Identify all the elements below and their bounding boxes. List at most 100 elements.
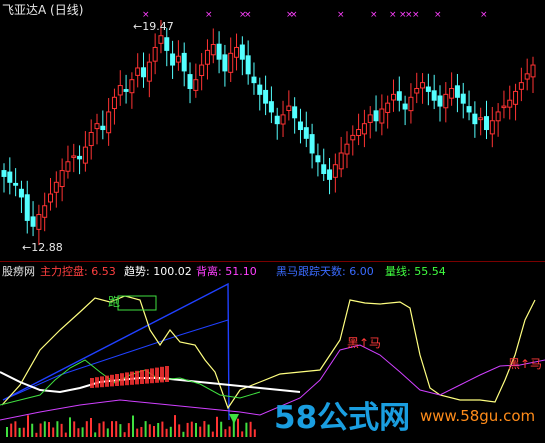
candle-body [164, 37, 170, 51]
red-momentum-bar [140, 370, 144, 384]
indicator-zlkp: 主力控盘: 6.53 [40, 263, 116, 279]
yellow-trend-line [1, 295, 536, 410]
indicator-bar: 股痨网 主力控盘: 6.53 趋势: 100.02 背离: 51.10 黑马跟踪… [0, 262, 545, 278]
red-momentum-bar [150, 368, 154, 384]
volume-bar [237, 418, 239, 437]
candle-body [71, 155, 77, 158]
stock-chart-window[interactable]: × × × × × × × × × × × × × × ←19.47 ←12.88 跑 飞亚达A (日线) 股痨… [0, 0, 545, 443]
volume-bar [106, 428, 109, 437]
volume-bar [224, 429, 227, 437]
volume-bar [14, 421, 17, 437]
volume-bar [90, 417, 92, 437]
candle-body [425, 86, 431, 92]
candle-body [327, 169, 333, 180]
indicator-liangxian: 量线: 55.54 [385, 263, 446, 279]
candle-body [24, 194, 30, 221]
indicator-zlkp-value: 6.53 [91, 265, 116, 278]
candle-body [501, 105, 507, 109]
indicator-qushi-label: 趋势: [124, 265, 150, 278]
candle-body [170, 53, 176, 66]
candle-body [309, 134, 315, 154]
indicator-beili: 背离: 51.10 [196, 263, 257, 279]
indicator-liangxian-label: 量线: [385, 265, 411, 278]
volume-bar [10, 423, 13, 437]
candle-body [466, 106, 472, 113]
candle-body [268, 101, 274, 113]
pao-signal-label: 跑 [108, 295, 120, 309]
candle-body [77, 155, 83, 160]
candle-body [30, 216, 36, 227]
candle-body [414, 87, 420, 94]
volume-bar [69, 417, 71, 437]
volume-bar [190, 421, 193, 437]
candle-body [100, 125, 106, 131]
volume-bar [6, 427, 8, 437]
low-price-label: ←12.88 [22, 241, 63, 254]
candle-body [321, 164, 327, 175]
candle-body [350, 134, 356, 141]
candle-body [315, 155, 321, 163]
red-momentum-bar [110, 374, 114, 387]
volume-bar [48, 422, 50, 437]
candle-body [222, 54, 228, 72]
indicator-heima: 黑马跟踪天数: 6.00 [276, 263, 374, 279]
indicator-qushi: 趋势: 100.02 [124, 263, 192, 279]
red-momentum-bar [125, 372, 129, 386]
volume-bar [18, 427, 21, 437]
signal-marker: × [337, 10, 345, 20]
volume-bar [22, 427, 25, 437]
candle-body [48, 193, 54, 203]
candle-body [489, 120, 495, 135]
candle-body [472, 113, 478, 125]
red-momentum-bar [155, 367, 159, 383]
candle-body [146, 61, 152, 82]
heima-label-2: 黑↑马 [508, 357, 543, 371]
volume-bar [85, 421, 88, 437]
volume-bar [165, 428, 168, 437]
volume-bar [186, 422, 189, 437]
candle-body [210, 44, 216, 56]
candle-body [361, 123, 367, 135]
watermark-url: www.58gu.com [420, 407, 536, 425]
volume-bar [35, 432, 38, 437]
volume-bar [199, 426, 202, 437]
candle-body [199, 64, 205, 77]
volume-bar [161, 421, 164, 437]
candle-body [175, 55, 181, 63]
volume-bar [64, 432, 67, 437]
volume-bar [102, 421, 105, 437]
volume-bar [249, 421, 252, 437]
signal-marker: × [412, 10, 420, 20]
candle-body [356, 129, 362, 137]
volume-bar [56, 421, 59, 437]
volume-bar [111, 421, 113, 437]
signal-marker: × [142, 10, 150, 20]
red-momentum-bar [145, 369, 149, 384]
candle-body [216, 43, 222, 60]
candle-body [187, 74, 193, 89]
candle-body [420, 82, 426, 89]
volume-bar [94, 432, 97, 437]
candle-body [82, 146, 88, 164]
candle-body [390, 93, 396, 101]
volume-bar [207, 424, 210, 437]
candle-body [251, 76, 257, 84]
volume-bar [43, 421, 46, 437]
candle-body [117, 85, 123, 96]
signal-marker: × [290, 10, 298, 20]
signal-marker: × [480, 10, 488, 20]
candle-body [338, 152, 344, 170]
candle-body [396, 91, 402, 101]
candle-body [292, 106, 298, 119]
volume-bar [81, 427, 84, 437]
indicator-beili-label: 背离: [196, 265, 222, 278]
candle-body [431, 90, 437, 101]
indicator-name: 股痨网 [2, 265, 35, 278]
chart-canvas[interactable]: × × ×× ×× × × × ×× × × ×←19.47←12.88跑 [0, 0, 545, 443]
red-momentum-bar [100, 376, 104, 388]
candle-body [483, 116, 489, 131]
candle-body [402, 103, 408, 110]
candle-body [59, 170, 65, 188]
signal-marker: × [389, 10, 397, 20]
red-momentum-bar [165, 366, 169, 382]
